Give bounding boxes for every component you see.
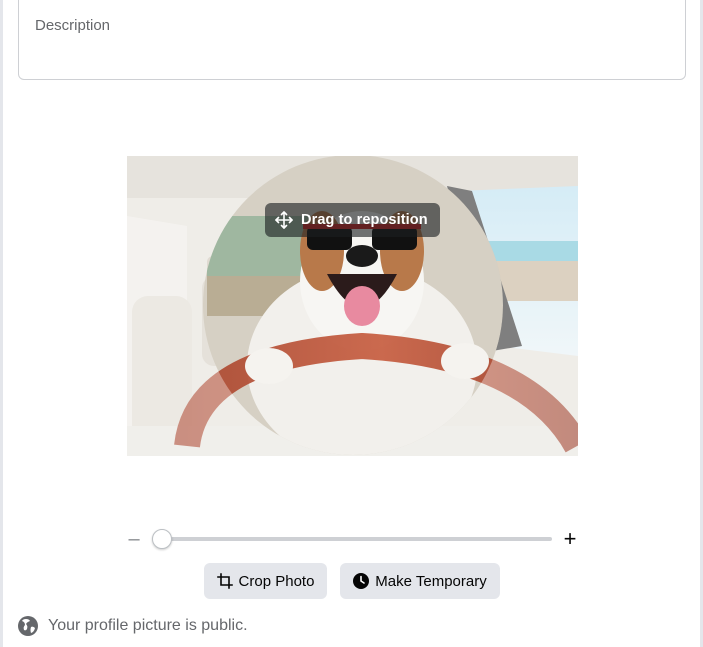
crop-icon	[216, 573, 233, 589]
zoom-in-button[interactable]: +	[556, 524, 584, 554]
clock-icon	[353, 573, 370, 589]
zoom-control: – +	[120, 524, 590, 554]
zoom-slider-thumb[interactable]	[152, 529, 172, 549]
dialog-left-edge	[0, 0, 3, 647]
crop-photo-button[interactable]: Crop Photo	[204, 563, 327, 599]
move-arrows-icon	[275, 211, 293, 229]
make-temporary-label: Make Temporary	[375, 572, 487, 590]
privacy-text: Your profile picture is public.	[48, 617, 248, 634]
drag-hint-label: Drag to reposition	[301, 212, 428, 228]
make-temporary-button[interactable]: Make Temporary	[340, 563, 500, 599]
globe-icon	[18, 616, 38, 636]
description-field[interactable]	[18, 0, 686, 80]
crop-photo-label: Crop Photo	[238, 572, 315, 590]
zoom-slider[interactable]	[152, 529, 552, 549]
description-input[interactable]	[19, 0, 685, 79]
profile-photo-editor[interactable]	[127, 156, 578, 456]
profile-photo-image	[127, 156, 578, 456]
privacy-notice: Your profile picture is public.	[18, 614, 248, 638]
drag-to-reposition-hint: Drag to reposition	[265, 203, 440, 237]
zoom-out-button[interactable]: –	[120, 524, 148, 554]
